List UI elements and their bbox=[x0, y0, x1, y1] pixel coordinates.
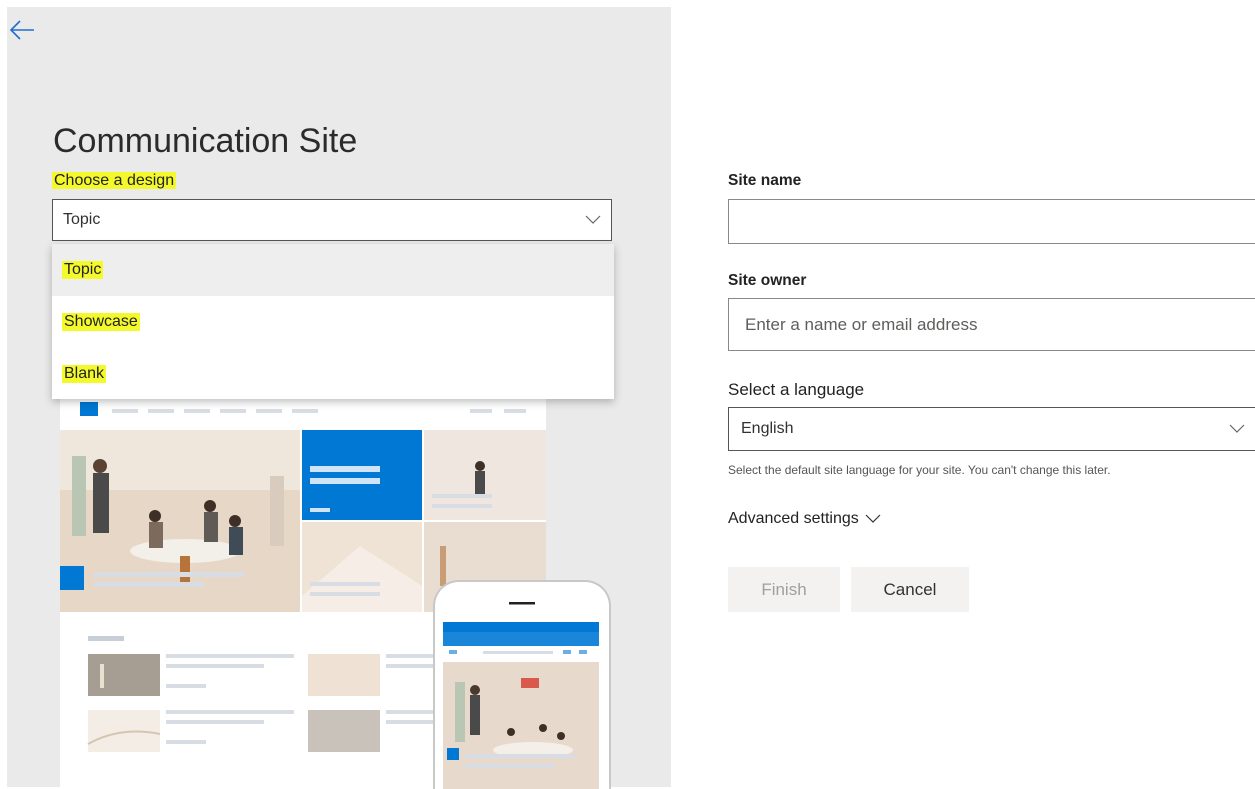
finish-button[interactable]: Finish bbox=[728, 567, 840, 612]
choose-design-label: Choose a design bbox=[52, 172, 177, 190]
design-select-value: Topic bbox=[63, 211, 101, 228]
site-name-input[interactable] bbox=[728, 199, 1255, 244]
chevron-down-icon bbox=[585, 215, 601, 224]
design-select[interactable]: Topic bbox=[52, 199, 612, 241]
design-dropdown: Topic Showcase Blank bbox=[52, 244, 614, 399]
language-select[interactable]: English bbox=[728, 407, 1255, 451]
page-title: Communication Site bbox=[53, 122, 358, 160]
site-owner-label: Site owner bbox=[728, 272, 807, 289]
site-owner-placeholder: Enter a name or email address bbox=[745, 314, 978, 334]
advanced-settings-label: Advanced settings bbox=[728, 510, 859, 527]
design-option-label: Blank bbox=[62, 365, 107, 383]
design-option-label: Topic bbox=[62, 261, 104, 279]
cancel-button[interactable]: Cancel bbox=[851, 567, 969, 612]
arrow-left-icon bbox=[9, 20, 34, 40]
design-option-label: Showcase bbox=[62, 313, 140, 331]
site-owner-input[interactable]: Enter a name or email address bbox=[728, 298, 1255, 351]
chevron-down-icon bbox=[865, 514, 881, 523]
language-help-text: Select the default site language for you… bbox=[728, 463, 1111, 477]
design-option-showcase[interactable]: Showcase bbox=[52, 296, 614, 348]
design-option-blank[interactable]: Blank bbox=[52, 348, 614, 400]
mobile-preview-image bbox=[433, 580, 611, 789]
language-label: Select a language bbox=[728, 380, 865, 399]
language-select-value: English bbox=[741, 420, 794, 437]
design-option-topic[interactable]: Topic bbox=[52, 244, 614, 296]
back-button[interactable] bbox=[8, 18, 36, 42]
advanced-settings-toggle[interactable]: Advanced settings bbox=[728, 510, 881, 528]
choose-design-label-text: Choose a design bbox=[52, 172, 177, 189]
finish-button-label: Finish bbox=[761, 579, 807, 599]
cancel-button-label: Cancel bbox=[883, 579, 937, 599]
site-name-label: Site name bbox=[728, 172, 802, 189]
chevron-down-icon bbox=[1229, 424, 1245, 433]
